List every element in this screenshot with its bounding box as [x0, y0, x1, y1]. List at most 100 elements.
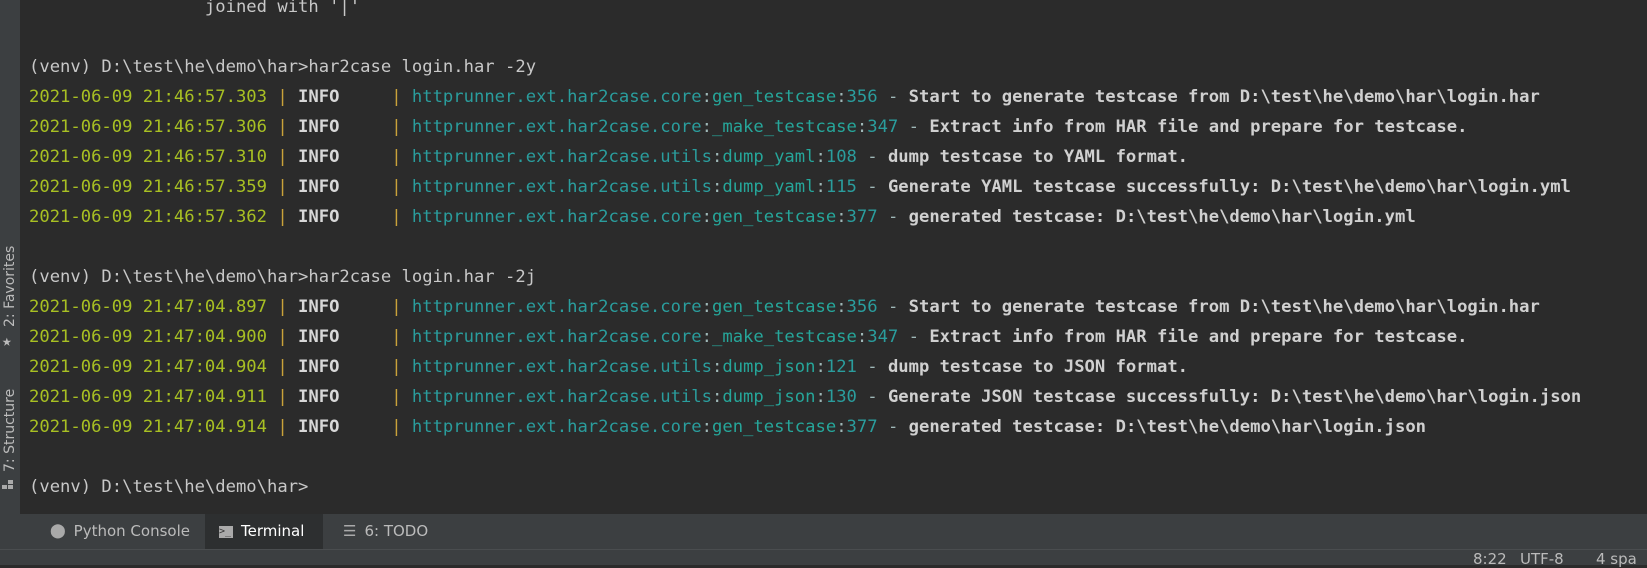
log-line-number: 115: [825, 177, 857, 197]
colon: :: [701, 207, 712, 227]
dash: -: [898, 117, 930, 137]
terminal-icon: >_: [219, 525, 233, 538]
tab-label: Python Console: [73, 522, 190, 540]
colon: :: [815, 177, 826, 197]
separator: |: [339, 357, 412, 377]
tab-todo[interactable]: ☰ 6: TODO: [343, 514, 428, 549]
structure-icon: [2, 480, 14, 490]
colon: :: [815, 147, 826, 167]
log-module: httprunner.ext.har2case.core: [411, 87, 702, 107]
log-module: httprunner.ext.har2case.core: [411, 327, 702, 347]
log-function: gen_testcase: [712, 297, 837, 317]
log-line-number: 130: [825, 387, 857, 407]
log-module: httprunner.ext.har2case.core: [411, 297, 702, 317]
terminal-output[interactable]: joined with '|' (venv) D:\test\he\demo\ha…: [20, 0, 1647, 514]
cursor-position[interactable]: 8:22: [1473, 550, 1507, 568]
log-message: dump testcase to YAML format.: [887, 147, 1189, 167]
colon: :: [701, 327, 712, 347]
log-module: httprunner.ext.har2case.utils: [411, 357, 712, 377]
separator: |: [339, 417, 412, 437]
colon: :: [836, 87, 847, 107]
log-timestamp: 2021-06-09 21:47:04.904: [29, 357, 267, 377]
log-function: dump_json: [722, 357, 816, 377]
colon: :: [815, 387, 826, 407]
indent-setting[interactable]: 4 spa: [1596, 550, 1637, 568]
dash: -: [877, 297, 909, 317]
separator: |: [267, 117, 299, 137]
log-module: httprunner.ext.har2case.core: [411, 117, 702, 137]
log-line: 2021-06-09 21:47:04.900 | INFO | httprun…: [29, 322, 1467, 352]
separator: |: [339, 87, 412, 107]
log-module: httprunner.ext.har2case.utils: [411, 177, 712, 197]
separator: |: [267, 417, 299, 437]
command-prompt-line: (venv) D:\test\he\demo\har>har2case logi…: [29, 57, 537, 77]
separator: |: [267, 297, 299, 317]
log-line: 2021-06-09 21:47:04.904 | INFO | httprun…: [29, 352, 1188, 382]
log-timestamp: 2021-06-09 21:47:04.911: [29, 387, 267, 407]
log-line-number: 347: [867, 327, 899, 347]
tab-terminal[interactable]: >_ Terminal: [205, 514, 323, 549]
colon: :: [836, 297, 847, 317]
log-level: INFO: [298, 417, 340, 437]
colon: :: [711, 357, 723, 377]
log-module: httprunner.ext.har2case.core: [411, 207, 702, 227]
log-function: _make_testcase: [712, 327, 857, 347]
dash: -: [856, 177, 888, 197]
log-line-number: 377: [846, 207, 878, 227]
log-timestamp: 2021-06-09 21:46:57.303: [29, 87, 267, 107]
colon: :: [856, 117, 868, 137]
log-message: Generate JSON testcase successfully: D:\…: [887, 387, 1582, 407]
file-encoding[interactable]: UTF-8: [1520, 550, 1564, 568]
dash: -: [856, 147, 888, 167]
log-level: INFO: [298, 387, 340, 407]
log-message: generated testcase: D:\test\he\demo\har\…: [908, 207, 1416, 227]
log-line-number: 108: [825, 147, 857, 167]
dash: -: [877, 417, 909, 437]
colon: :: [711, 387, 723, 407]
tool-window-tabs: ⬤ Python Console >_ Terminal ☰ 6: TODO: [0, 514, 1647, 550]
log-level: INFO: [298, 297, 340, 317]
log-message: generated testcase: D:\test\he\demo\har\…: [908, 417, 1427, 437]
separator: |: [267, 87, 299, 107]
command-prompt-line: (venv) D:\test\he\demo\har>har2case logi…: [29, 267, 537, 287]
log-timestamp: 2021-06-09 21:47:04.914: [29, 417, 267, 437]
log-function: dump_yaml: [722, 147, 816, 167]
help-text-line: joined with '|': [29, 0, 361, 17]
log-level: INFO: [298, 207, 340, 227]
dash: -: [898, 327, 930, 347]
log-line-number: 347: [867, 117, 899, 137]
tab-label: Terminal: [241, 522, 305, 540]
colon: :: [701, 417, 712, 437]
colon: :: [836, 207, 847, 227]
list-icon: ☰: [343, 522, 357, 540]
colon: :: [711, 177, 723, 197]
separator: |: [267, 387, 299, 407]
log-timestamp: 2021-06-09 21:46:57.359: [29, 177, 267, 197]
log-line: 2021-06-09 21:46:57.310 | INFO | httprun…: [29, 142, 1188, 172]
colon: :: [815, 357, 826, 377]
separator: |: [339, 117, 412, 137]
log-level: INFO: [298, 117, 340, 137]
dash: -: [856, 357, 888, 377]
dash: -: [877, 87, 909, 107]
log-line-number: 121: [825, 357, 857, 377]
tab-label: 6: TODO: [364, 522, 429, 540]
log-message: dump testcase to JSON format.: [887, 357, 1189, 377]
log-line: 2021-06-09 21:46:57.306 | INFO | httprun…: [29, 112, 1467, 142]
log-timestamp: 2021-06-09 21:46:57.310: [29, 147, 267, 167]
log-module: httprunner.ext.har2case.utils: [411, 147, 712, 167]
dash: -: [856, 387, 888, 407]
log-line: 2021-06-09 21:47:04.911 | INFO | httprun…: [29, 382, 1581, 412]
log-level: INFO: [298, 327, 340, 347]
tab-python-console[interactable]: ⬤ Python Console: [38, 514, 202, 549]
separator: |: [339, 177, 412, 197]
log-line: 2021-06-09 21:46:57.303 | INFO | httprun…: [29, 82, 1540, 112]
log-line: 2021-06-09 21:46:57.359 | INFO | httprun…: [29, 172, 1571, 202]
favorites-label: 2: Favorites: [2, 245, 18, 327]
structure-tool-tab[interactable]: 7: Structure: [0, 380, 20, 472]
colon: :: [711, 147, 723, 167]
colon: :: [701, 297, 712, 317]
separator: |: [339, 147, 412, 167]
colon: :: [701, 87, 712, 107]
favorites-tool-tab[interactable]: 2: Favorites: [0, 235, 20, 335]
